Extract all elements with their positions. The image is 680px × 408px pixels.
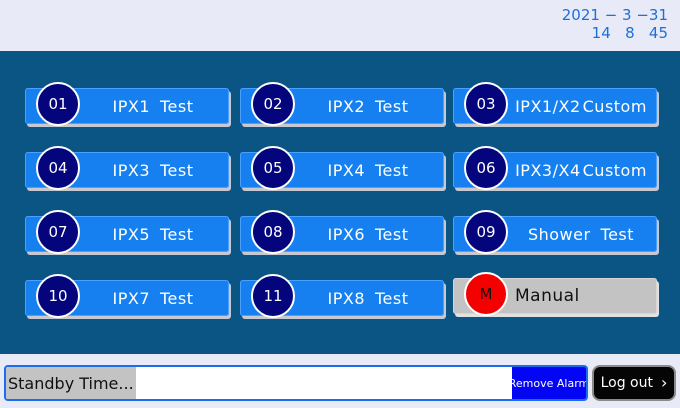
test-button-06[interactable]: 06 IPX3/X4 Custom: [453, 146, 657, 190]
time-text: 14 8 45: [591, 24, 668, 42]
test-button-10[interactable]: 10 IPX7 Test: [25, 274, 229, 318]
test-label: IPX4 Test: [327, 160, 409, 180]
test-number-badge: 06: [464, 146, 508, 190]
test-button-02[interactable]: 02 IPX2 Test: [240, 82, 444, 126]
test-label: IPX2 Test: [327, 96, 409, 116]
test-number-badge: 10: [36, 274, 80, 318]
test-button-11[interactable]: 11 IPX8 Test: [240, 274, 444, 318]
test-label: IPX5 Test: [112, 224, 194, 244]
test-label: IPX1/X2 Custom: [515, 96, 647, 116]
standby-status-text: Standby Time...: [6, 367, 136, 399]
chevron-right-icon: ›: [660, 373, 668, 392]
test-button-01[interactable]: 01 IPX1 Test: [25, 82, 229, 126]
test-button-09[interactable]: 09 Shower Test: [453, 210, 657, 254]
test-label: Shower Test: [527, 224, 635, 244]
test-number-badge: 02: [251, 82, 295, 126]
test-button-04[interactable]: 04 IPX3 Test: [25, 146, 229, 190]
status-bar: Standby Time... Remove Alarm: [4, 365, 588, 401]
test-label: IPX1 Test: [112, 96, 194, 116]
test-button-07[interactable]: 07 IPX5 Test: [25, 210, 229, 254]
test-number-badge: 07: [36, 210, 80, 254]
test-label: IPX8 Test: [327, 288, 409, 308]
test-number-badge: 08: [251, 210, 295, 254]
datetime-display: 2021 − 3 −31 14 8 45: [562, 6, 668, 42]
logout-label: Log out: [600, 375, 653, 391]
logout-button[interactable]: Log out ›: [592, 365, 676, 401]
manual-mode-button[interactable]: M Manual: [453, 272, 657, 316]
date-text: 2021 − 3 −31: [561, 6, 668, 24]
test-label: IPX3 Test: [112, 160, 194, 180]
top-bar: 2021 − 3 −31 14 8 45: [0, 0, 680, 51]
manual-badge: M: [464, 272, 508, 316]
remove-alarm-button[interactable]: Remove Alarm: [509, 367, 586, 399]
test-button-08[interactable]: 08 IPX6 Test: [240, 210, 444, 254]
test-button-05[interactable]: 05 IPX4 Test: [240, 146, 444, 190]
test-selection-panel: 01 IPX1 Test 02 IPX2 Test 03 IPX1/X2 Custom…: [0, 51, 680, 354]
test-label: IPX7 Test: [112, 288, 194, 308]
test-number-badge: 05: [251, 146, 295, 190]
test-number-badge: 03: [464, 82, 508, 126]
test-number-badge: 04: [36, 146, 80, 190]
test-number-badge: 09: [464, 210, 508, 254]
manual-label: Manual: [515, 286, 580, 306]
test-number-badge: 01: [36, 82, 80, 126]
test-number-badge: 11: [251, 274, 295, 318]
test-button-03[interactable]: 03 IPX1/X2 Custom: [453, 82, 657, 126]
test-label: IPX3/X4 Custom: [515, 160, 647, 180]
test-label: IPX6 Test: [327, 224, 409, 244]
